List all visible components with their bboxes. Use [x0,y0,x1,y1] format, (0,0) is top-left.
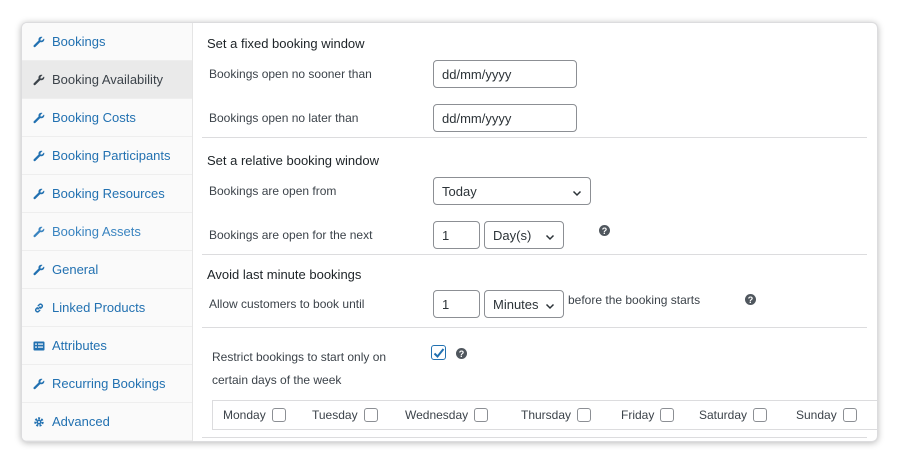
sidebar-item-bookings[interactable]: Bookings [22,23,192,61]
fixed-window-title: Set a fixed booking window [207,36,365,51]
sidebar-item-general[interactable]: General [22,251,192,289]
sidebar-item-label: Bookings [52,34,106,49]
chevron-down-icon [545,299,555,310]
weekday-saturday: Saturday [699,408,768,422]
weekday-label: Saturday [699,408,748,422]
weekday-checkbox-sunday[interactable] [842,408,857,422]
open-next-value: 1 [442,227,450,243]
wrench-icon [33,150,45,162]
product-tabs-sidebar: Bookings Booking Availability Booking Co… [22,23,193,441]
wrench-icon [33,188,45,200]
wrench-icon [33,264,45,276]
allow-until-unit-value: Minutes [493,296,539,312]
allow-until-label: Allow customers to book until [209,297,365,311]
wrench-icon [33,378,45,390]
chevron-down-icon [572,186,582,197]
weekday-label: Tuesday [312,408,358,422]
weekday-label: Monday [223,408,266,422]
sidebar-item-label: Attributes [52,338,107,353]
weekday-checkbox-tuesday[interactable] [363,408,378,422]
sidebar-item-label: Recurring Bookings [52,376,166,391]
sidebar-item-label: Booking Costs [52,110,136,125]
gear-icon [33,416,45,428]
weekday-monday: Monday [223,408,286,422]
section-divider [202,254,867,255]
weekday-tuesday: Tuesday [312,408,378,422]
sidebar-item-booking-costs[interactable]: Booking Costs [22,99,192,137]
help-icon[interactable]: ? [599,225,610,236]
open-next-label: Bookings are open for the next [209,228,373,242]
weekday-checkbox-monday[interactable] [271,408,286,422]
open-next-unit-select[interactable]: Day(s) [484,221,564,249]
sidebar-item-label: Booking Resources [52,186,165,201]
sidebar-item-label: General [52,262,99,277]
sidebar-item-booking-assets[interactable]: Booking Assets [22,213,192,251]
sidebar-item-label: Booking Participants [52,148,171,163]
weekday-sunday: Sunday [796,408,857,422]
weekday-checkbox-thursday[interactable] [577,408,592,422]
open-from-value: Today [442,183,477,199]
open-no-later-label: Bookings open no later than [209,111,359,125]
before-booking-starts-text: before the booking starts [568,293,701,307]
restrict-days-label-line2: certain days of the week [212,373,342,387]
chevron-down-icon [545,230,555,241]
weekday-wednesday: Wednesday [405,408,489,422]
sidebar-item-label: Booking Assets [52,224,141,239]
open-no-later-date-input[interactable]: dd/mm/yyyy [433,104,577,132]
open-next-unit-value: Day(s) [493,227,532,243]
weekday-selector: Monday Tuesday Wednesday Thursday Friday… [212,400,877,430]
product-data-panel: Bookings Booking Availability Booking Co… [21,22,878,442]
wrench-icon [33,112,45,124]
last-minute-title: Avoid last minute bookings [207,267,362,282]
weekday-friday: Friday [621,408,675,422]
section-divider [202,437,867,438]
weekday-checkbox-wednesday[interactable] [474,408,489,422]
sidebar-item-booking-resources[interactable]: Booking Resources [22,175,192,213]
allow-until-number-input[interactable]: 1 [433,290,480,318]
sidebar-item-attributes[interactable]: Attributes [22,327,192,365]
checkmark-icon [433,348,445,358]
sidebar-item-label: Linked Products [52,300,146,315]
sidebar-item-linked-products[interactable]: Linked Products [22,289,192,327]
section-divider [202,137,867,138]
weekday-label: Wednesday [405,408,469,422]
sidebar-item-booking-participants[interactable]: Booking Participants [22,137,192,175]
open-no-sooner-label: Bookings open no sooner than [209,67,372,81]
open-from-label: Bookings are open from [209,184,337,198]
weekday-thursday: Thursday [521,408,592,422]
open-no-sooner-date-input[interactable]: dd/mm/yyyy [433,60,577,88]
wrench-icon [33,36,45,48]
allow-until-value: 1 [442,296,450,312]
link-icon [33,302,45,314]
list-icon [33,340,45,352]
sidebar-item-label: Booking Availability [52,72,164,87]
restrict-days-label-line1: Restrict bookings to start only on [212,350,387,364]
wrench-icon [33,74,45,86]
wrench-icon [33,226,45,238]
weekday-label: Friday [621,408,655,422]
sidebar-item-advanced[interactable]: Advanced [22,403,192,441]
open-next-number-input[interactable]: 1 [433,221,480,249]
help-icon[interactable]: ? [745,294,756,305]
weekday-label: Thursday [521,408,572,422]
open-from-select[interactable]: Today [433,177,591,205]
date-placeholder: dd/mm/yyyy [442,66,512,82]
sidebar-item-label: Advanced [52,414,110,429]
relative-window-title: Set a relative booking window [207,153,379,168]
booking-availability-panel: Set a fixed booking window Bookings open… [202,23,877,441]
weekday-checkbox-saturday[interactable] [753,408,768,422]
weekday-checkbox-friday[interactable] [660,408,675,422]
sidebar-item-recurring-bookings[interactable]: Recurring Bookings [22,365,192,403]
restrict-days-label: Restrict bookings to start only on certa… [212,346,386,392]
help-icon[interactable]: ? [456,348,467,359]
date-placeholder: dd/mm/yyyy [442,110,512,126]
section-divider [202,327,867,328]
weekday-label: Sunday [796,408,837,422]
allow-until-unit-select[interactable]: Minutes [484,290,564,318]
restrict-days-checkbox[interactable] [431,345,446,360]
sidebar-item-booking-availability[interactable]: Booking Availability [22,61,192,99]
